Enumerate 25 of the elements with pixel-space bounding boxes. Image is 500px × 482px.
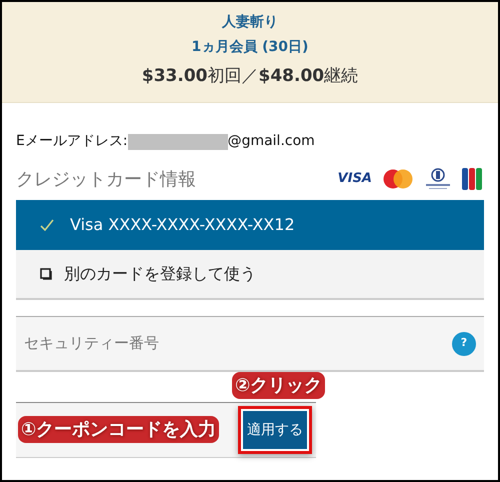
apply-button[interactable]: 適用する (243, 411, 307, 449)
section-heading: クレジットカード情報 (16, 168, 196, 192)
email-label: Eメールアドレス: (16, 132, 128, 151)
first-price-label: 初回 (208, 65, 242, 88)
visa-logo: VISA (338, 170, 372, 188)
check-icon (40, 219, 54, 231)
renewal-price: $48.00 (258, 65, 324, 88)
mastercard-logo (382, 169, 414, 189)
plan-term: 1ヵ月会員 (30日) (192, 38, 308, 57)
annotation-callout: ①クーポンコードを入力 (18, 416, 220, 443)
checkbox-icon (40, 268, 52, 280)
annotation-callout: ②クリック (232, 372, 326, 399)
card-option[interactable]: 別のカードを登録して使う (16, 250, 484, 300)
card-option[interactable]: Visa XXXX-XXXX-XXXX-XX12 (16, 200, 484, 250)
card-option-label: 別のカードを登録して使う (64, 263, 256, 285)
plan-title: 人妻斬り (222, 13, 278, 32)
first-price: $33.00 (142, 65, 208, 88)
card-option-label: Visa XXXX-XXXX-XXXX-XX12 (70, 214, 295, 236)
jcb-logo (462, 168, 482, 190)
email-domain: @gmail.com (228, 132, 315, 151)
security-code-field[interactable]: セキュリティー番号 ? (16, 316, 484, 372)
renewal-price-label: 継続 (324, 65, 358, 88)
price-separator: ／ (242, 65, 258, 88)
diners-club-logo (424, 168, 452, 190)
help-icon[interactable]: ? (452, 332, 476, 356)
